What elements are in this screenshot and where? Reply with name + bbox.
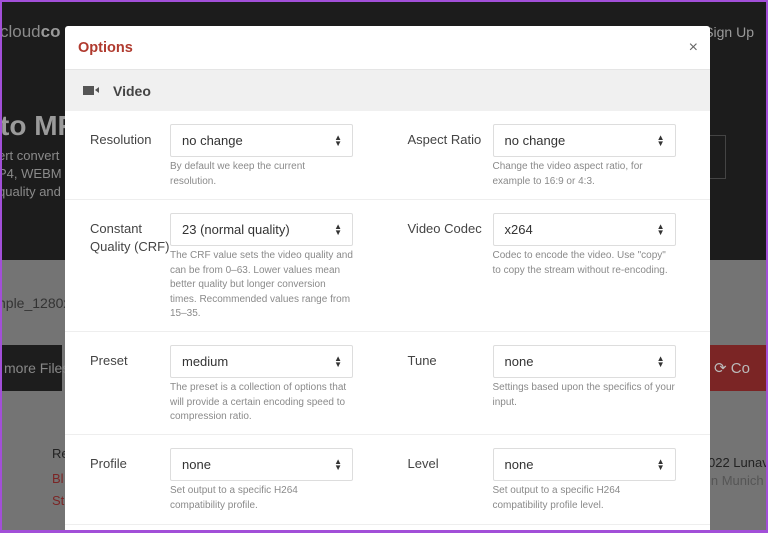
profile-help: Set output to a specific H264 compatibil…	[170, 485, 298, 511]
tune-label: Tune	[407, 353, 437, 368]
modal-header: Options ×	[65, 26, 710, 70]
profile-select[interactable]: none ▲ ▼	[170, 448, 353, 481]
video-camera-icon	[83, 86, 99, 95]
video-codec-help: Codec to encode the video. Use "copy" to…	[492, 250, 668, 276]
resolution-value: no change	[182, 133, 243, 148]
select-arrows-icon: ▲ ▼	[334, 132, 342, 148]
logo-text: cloud	[2, 22, 41, 41]
footer-copyright: 022 Lunav	[708, 455, 766, 470]
select-arrows-icon: ▲ ▼	[334, 353, 342, 369]
hero-text: quality and	[2, 184, 61, 199]
options-row: Profile none ▲ ▼ Set output to a specific …	[65, 435, 710, 525]
hero-text: ert convert	[2, 148, 60, 163]
footer-location: in Munich	[708, 473, 764, 488]
video-codec-value: x264	[504, 222, 533, 237]
resolution-select[interactable]: no change ▲ ▼	[170, 124, 353, 157]
tune-help: Settings based upon the specifics of you…	[492, 382, 675, 408]
field-video-codec: Video Codec x264 ▲ ▼ Codec to encode the v…	[388, 213, 711, 331]
level-label: Level	[407, 456, 439, 471]
resolution-help: By default we keep the current resolutio…	[170, 161, 306, 187]
aspect-ratio-label: Aspect Ratio	[407, 132, 482, 147]
field-preset: Preset medium ▲ ▼ The preset is a collecti…	[65, 345, 388, 434]
field-level: Level none ▲ ▼ Set output to a specific H2…	[388, 448, 711, 524]
level-help: Set output to a specific H264 compatibil…	[492, 485, 621, 511]
preset-label: Preset	[90, 353, 128, 368]
sign-up-link[interactable]: Sign Up	[704, 24, 754, 40]
crf-select[interactable]: 23 (normal quality) ▲ ▼	[170, 213, 353, 246]
options-row: Constant Quality (CRF) 23 (normal qualit…	[65, 200, 710, 332]
level-select[interactable]: none ▲ ▼	[492, 448, 676, 481]
select-arrows-icon: ▲ ▼	[334, 456, 342, 472]
refresh-icon: ⟳	[714, 360, 731, 377]
modal-title: Options	[78, 39, 133, 56]
section-title: Video	[113, 82, 151, 99]
field-tune: Tune none ▲ ▼ Settings based upon the spec…	[388, 345, 711, 434]
add-more-files-button[interactable]: more Files	[2, 345, 69, 391]
field-resolution: Resolution no change ▲ ▼ By default we kee…	[65, 124, 388, 199]
video-codec-label: Video Codec	[407, 221, 482, 236]
video-codec-select[interactable]: x264 ▲ ▼	[492, 213, 676, 246]
aspect-ratio-select[interactable]: no change ▲ ▼	[492, 124, 676, 157]
aspect-ratio-help: Change the video aspect ratio, for examp…	[492, 161, 643, 187]
crf-value: 23 (normal quality)	[182, 222, 290, 237]
select-arrows-icon: ▲ ▼	[656, 132, 665, 148]
logo: cloudco	[2, 22, 60, 42]
footer-link[interactable]: Bl	[52, 471, 64, 486]
options-row: Resolution no change ▲ ▼ By default we kee…	[65, 111, 710, 200]
preset-value: medium	[182, 354, 229, 369]
options-row: Preset medium ▲ ▼ The preset is a collecti…	[65, 332, 710, 435]
select-arrows-icon: ▲ ▼	[656, 456, 665, 472]
tune-select[interactable]: none ▲ ▼	[492, 345, 676, 378]
hero-text: P4, WEBM a	[2, 166, 73, 181]
field-profile: Profile none ▲ ▼ Set output to a specific …	[65, 448, 388, 524]
level-value: none	[504, 457, 534, 472]
field-crf: Constant Quality (CRF) 23 (normal qualit…	[65, 213, 388, 331]
preset-help: The preset is a collection of options th…	[170, 382, 347, 422]
select-arrows-icon: ▲ ▼	[656, 353, 665, 369]
page-background: cloudco Sign Up to MP ert convert P4, WE…	[2, 2, 766, 530]
profile-label: Profile	[90, 456, 127, 471]
resolution-label: Resolution	[90, 132, 152, 147]
convert-label: Co	[730, 360, 750, 377]
select-arrows-icon: ▲ ▼	[334, 221, 342, 237]
video-section-header: Video	[65, 70, 710, 111]
field-aspect-ratio: Aspect Ratio no change ▲ ▼ Change the vide…	[388, 124, 711, 199]
footer-link[interactable]: St	[52, 493, 64, 508]
preset-select[interactable]: medium ▲ ▼	[170, 345, 353, 378]
close-icon[interactable]: ×	[689, 39, 698, 57]
aspect-ratio-value: no change	[504, 133, 566, 148]
profile-value: none	[182, 457, 211, 472]
tune-value: none	[504, 354, 534, 369]
options-modal: Options × Video Resolution no change ▲ ▼ B…	[65, 26, 710, 530]
logo-bold: co	[40, 22, 61, 41]
convert-button[interactable]: ⟳ Co	[706, 345, 766, 391]
crf-help: The CRF value sets the video quality and…	[170, 250, 353, 319]
crf-label: Constant Quality (CRF)	[90, 221, 170, 254]
select-arrows-icon: ▲ ▼	[656, 221, 665, 237]
file-name: nple_1280x	[2, 295, 71, 311]
